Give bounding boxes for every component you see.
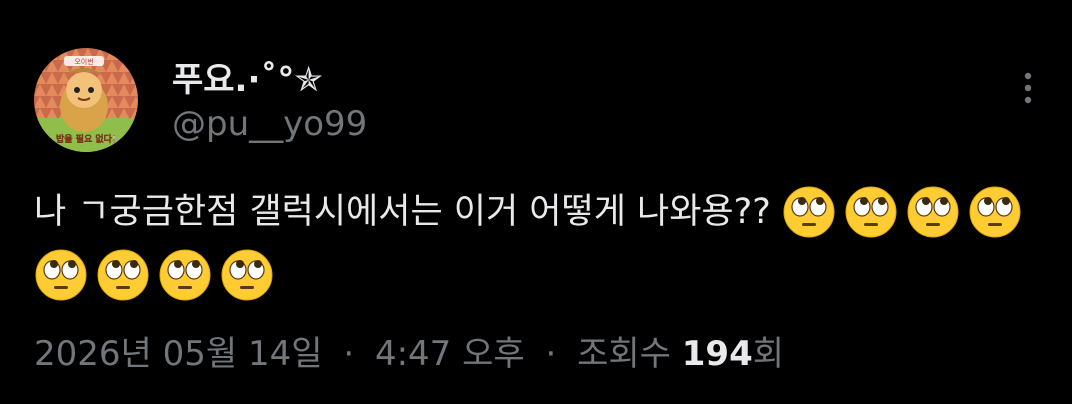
user-handle[interactable]: @pu__yo99 <box>172 104 367 144</box>
avatar-caption: 밥을 필요 없다! <box>56 133 116 145</box>
avatar[interactable]: 오이번 밥을 필요 없다! <box>34 48 138 152</box>
face-with-rolling-eyes-emoji <box>906 185 960 239</box>
tweet-text-content: 나 ㄱ궁금한점 갤럭시에서는 이거 어떻게 나와용?? <box>34 192 771 232</box>
views-suffix: 회 <box>752 334 785 374</box>
face-with-rolling-eyes-emoji <box>782 185 836 239</box>
tweet-time[interactable]: 4:47 오후 <box>375 334 525 374</box>
tweet-meta: 2026년 05월 14일 · 4:47 오후 · 조회수 194회 <box>34 326 784 375</box>
face-with-rolling-eyes-emoji <box>844 185 898 239</box>
views-label: 조회수 <box>577 334 671 374</box>
tweet-card[interactable]: 오이번 밥을 필요 없다! 푸요.⋅˚°✯ @pu__yo99 나 ㄱ궁금한점 … <box>0 0 1072 404</box>
views-count: 194 <box>681 334 753 374</box>
more-button[interactable] <box>1012 70 1044 110</box>
avatar-badge-text: 오이번 <box>74 57 93 66</box>
face-with-rolling-eyes-emoji <box>968 185 1022 239</box>
face-with-rolling-eyes-emoji <box>96 248 150 302</box>
face-with-rolling-eyes-emoji <box>34 248 88 302</box>
tweet-text: 나 ㄱ궁금한점 갤럭시에서는 이거 어떻게 나와용?? <box>34 180 1044 305</box>
display-name[interactable]: 푸요.⋅˚°✯ <box>172 52 323 101</box>
avatar-image: 오이번 밥을 필요 없다! <box>34 48 138 152</box>
meta-separator: · <box>545 334 557 374</box>
tweet-date[interactable]: 2026년 05월 14일 <box>34 334 323 374</box>
face-with-rolling-eyes-emoji <box>220 248 274 302</box>
more-dots-icon <box>1024 72 1032 104</box>
face-with-rolling-eyes-emoji <box>158 248 212 302</box>
meta-separator: · <box>343 334 355 374</box>
